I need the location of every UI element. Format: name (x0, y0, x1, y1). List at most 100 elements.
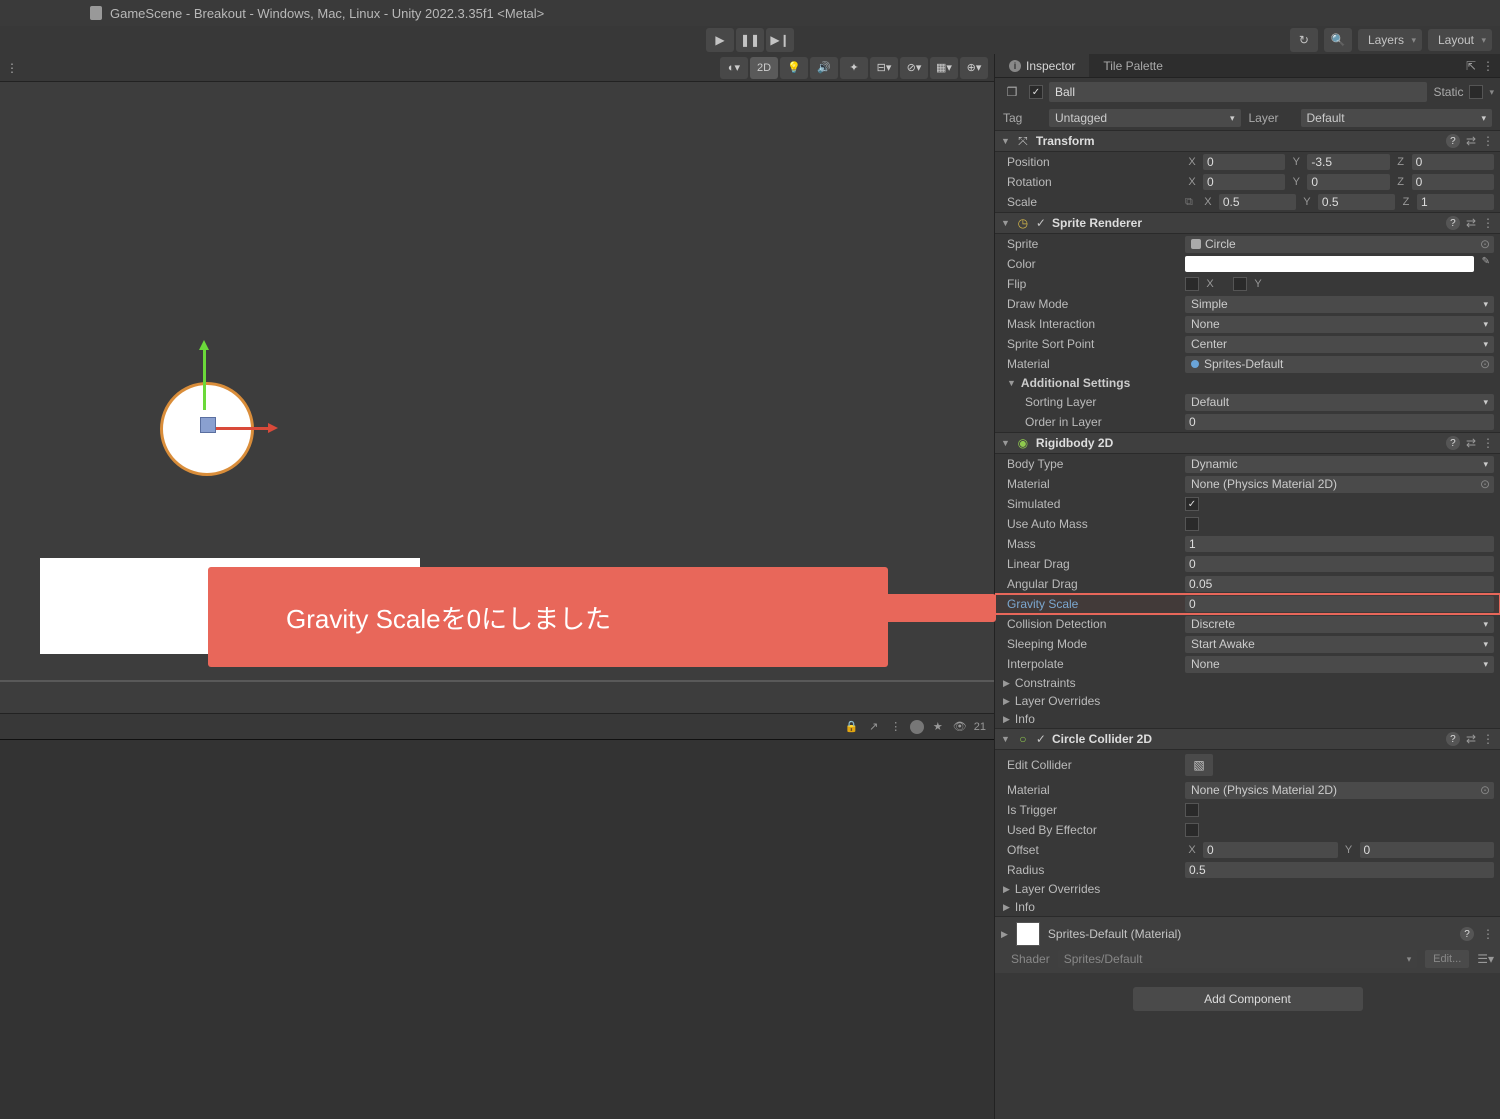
scale-z[interactable] (1417, 194, 1494, 210)
sprite-renderer-header[interactable]: ▼ ◷ ✓ Sprite Renderer ? ⇄ ⋮ (995, 212, 1500, 234)
edit-shader-button[interactable]: Edit... (1425, 950, 1469, 968)
help-icon[interactable]: ? (1446, 216, 1460, 230)
lighting-icon[interactable]: 💡 (780, 57, 808, 79)
gizmos-icon[interactable]: ⊘▾ (900, 57, 928, 79)
expand-icon[interactable]: ↗ (866, 719, 882, 735)
lock-icon[interactable]: 🔒 (844, 719, 860, 735)
layers-icon[interactable]: ⊕▾ (960, 57, 988, 79)
kebab-icon[interactable]: ⋮ (1482, 436, 1494, 450)
offset-x[interactable] (1203, 842, 1338, 858)
radius-field[interactable] (1185, 862, 1494, 878)
rigidbody-header[interactable]: ▼ ◉ Rigidbody 2D ? ⇄ ⋮ (995, 432, 1500, 454)
y-axis-handle[interactable] (203, 346, 206, 410)
transform-header[interactable]: ▼ ⤧ Transform ? ⇄ ⋮ (995, 130, 1500, 152)
tag-dropdown[interactable]: Untagged (1049, 109, 1241, 127)
sprite-field[interactable]: Circle (1185, 236, 1494, 253)
sorting-layer-dropdown[interactable]: Default (1185, 394, 1494, 411)
shading-mode-icon[interactable]: ◐▾ (720, 57, 748, 79)
constraints-foldout[interactable]: ▶Constraints (995, 674, 1500, 692)
sr-material-field[interactable]: Sprites-Default (1185, 356, 1494, 373)
reset-icon[interactable]: ⇄ (1466, 134, 1476, 148)
step-button[interactable]: ▶❙ (766, 28, 794, 52)
scale-y[interactable] (1318, 194, 1395, 210)
rotation-z[interactable] (1412, 174, 1494, 190)
color-field[interactable] (1185, 256, 1474, 272)
history-icon[interactable]: ↻ (1290, 28, 1318, 52)
kebab-icon[interactable]: ⋮ (6, 61, 18, 75)
x-axis-handle[interactable] (208, 427, 272, 430)
simulated-checkbox[interactable]: ✓ (1185, 497, 1199, 511)
used-by-effector-checkbox[interactable] (1185, 823, 1199, 837)
additional-settings-foldout[interactable]: ▼Additional Settings (995, 374, 1500, 392)
tab-tile-palette[interactable]: Tile Palette (1089, 54, 1177, 77)
draw-mode-dropdown[interactable]: Simple (1185, 296, 1494, 313)
position-x[interactable] (1203, 154, 1285, 170)
rotation-y[interactable] (1307, 174, 1389, 190)
help-icon[interactable]: ? (1460, 927, 1474, 941)
foldout-icon[interactable]: ▼ (1001, 734, 1010, 744)
help-icon[interactable]: ? (1446, 732, 1460, 746)
foldout-icon[interactable]: ▼ (1001, 218, 1010, 228)
play-button[interactable]: ▶ (706, 28, 734, 52)
kebab-icon[interactable]: ⋮ (888, 719, 904, 735)
mask-interaction-dropdown[interactable]: None (1185, 316, 1494, 333)
kebab-icon[interactable]: ⋮ (1482, 59, 1494, 73)
foldout-icon[interactable]: ▼ (1001, 136, 1010, 146)
reset-icon[interactable]: ⇄ (1466, 436, 1476, 450)
gravity-scale-field[interactable] (1185, 596, 1494, 612)
circle-collider-header[interactable]: ▼ ○ ✓ Circle Collider 2D ? ⇄ ⋮ (995, 728, 1500, 750)
shader-dropdown[interactable]: Sprites/Default (1058, 950, 1418, 968)
chevron-down-icon[interactable]: ▾ (1489, 87, 1494, 98)
grid-icon[interactable]: ▦▾ (930, 57, 958, 79)
mode-2d-toggle[interactable]: 2D (750, 57, 778, 79)
auto-mass-checkbox[interactable] (1185, 517, 1199, 531)
circle-icon[interactable] (910, 720, 924, 734)
constrain-icon[interactable]: ⧉ (1185, 196, 1193, 209)
edit-collider-button[interactable]: ▧ (1185, 754, 1213, 776)
interpolate-dropdown[interactable]: None (1185, 656, 1494, 673)
layer-dropdown[interactable]: Default (1301, 109, 1493, 127)
layout-dropdown[interactable]: Layout (1428, 29, 1492, 51)
foldout-icon[interactable]: ▼ (1001, 438, 1010, 448)
offset-y[interactable] (1360, 842, 1495, 858)
move-handle[interactable] (200, 417, 216, 433)
linear-drag-field[interactable] (1185, 556, 1494, 572)
audio-icon[interactable]: 🔊 (810, 57, 838, 79)
help-icon[interactable]: ? (1446, 436, 1460, 450)
add-component-button[interactable]: Add Component (1133, 987, 1363, 1011)
position-y[interactable] (1307, 154, 1389, 170)
help-icon[interactable]: ? (1446, 134, 1460, 148)
flip-x-checkbox[interactable] (1185, 277, 1199, 291)
enable-checkbox[interactable]: ✓ (1036, 216, 1046, 230)
kebab-icon[interactable]: ⋮ (1482, 134, 1494, 148)
fx-icon[interactable]: ✦ (840, 57, 868, 79)
is-trigger-checkbox[interactable] (1185, 803, 1199, 817)
rb-info-foldout[interactable]: ▶Info (995, 710, 1500, 728)
scale-x[interactable] (1219, 194, 1296, 210)
list-icon[interactable]: ☰▾ (1477, 952, 1494, 966)
flip-y-checkbox[interactable] (1233, 277, 1247, 291)
popout-icon[interactable]: ⇱ (1466, 59, 1476, 73)
order-in-layer-field[interactable] (1185, 414, 1494, 430)
layers-dropdown[interactable]: Layers (1358, 29, 1422, 51)
cc-info-foldout[interactable]: ▶Info (995, 898, 1500, 916)
rb-layer-overrides-foldout[interactable]: ▶Layer Overrides (995, 692, 1500, 710)
camera-icon[interactable]: ⊟▾ (870, 57, 898, 79)
collision-detection-dropdown[interactable]: Discrete (1185, 616, 1494, 633)
rb-material-field[interactable]: None (Physics Material 2D) (1185, 476, 1494, 493)
active-checkbox[interactable]: ✓ (1029, 85, 1043, 99)
cc-material-field[interactable]: None (Physics Material 2D) (1185, 782, 1494, 799)
object-name-field[interactable] (1049, 82, 1427, 102)
reset-icon[interactable]: ⇄ (1466, 216, 1476, 230)
search-icon[interactable]: 🔍 (1324, 28, 1352, 52)
foldout-icon[interactable]: ▶ (1001, 929, 1008, 940)
pause-button[interactable]: ❚❚ (736, 28, 764, 52)
tab-inspector[interactable]: i Inspector (995, 54, 1089, 77)
sort-point-dropdown[interactable]: Center (1185, 336, 1494, 353)
sleeping-mode-dropdown[interactable]: Start Awake (1185, 636, 1494, 653)
mass-field[interactable] (1185, 536, 1494, 552)
angular-drag-field[interactable] (1185, 576, 1494, 592)
body-type-dropdown[interactable]: Dynamic (1185, 456, 1494, 473)
kebab-icon[interactable]: ⋮ (1482, 216, 1494, 230)
kebab-icon[interactable]: ⋮ (1482, 927, 1494, 941)
